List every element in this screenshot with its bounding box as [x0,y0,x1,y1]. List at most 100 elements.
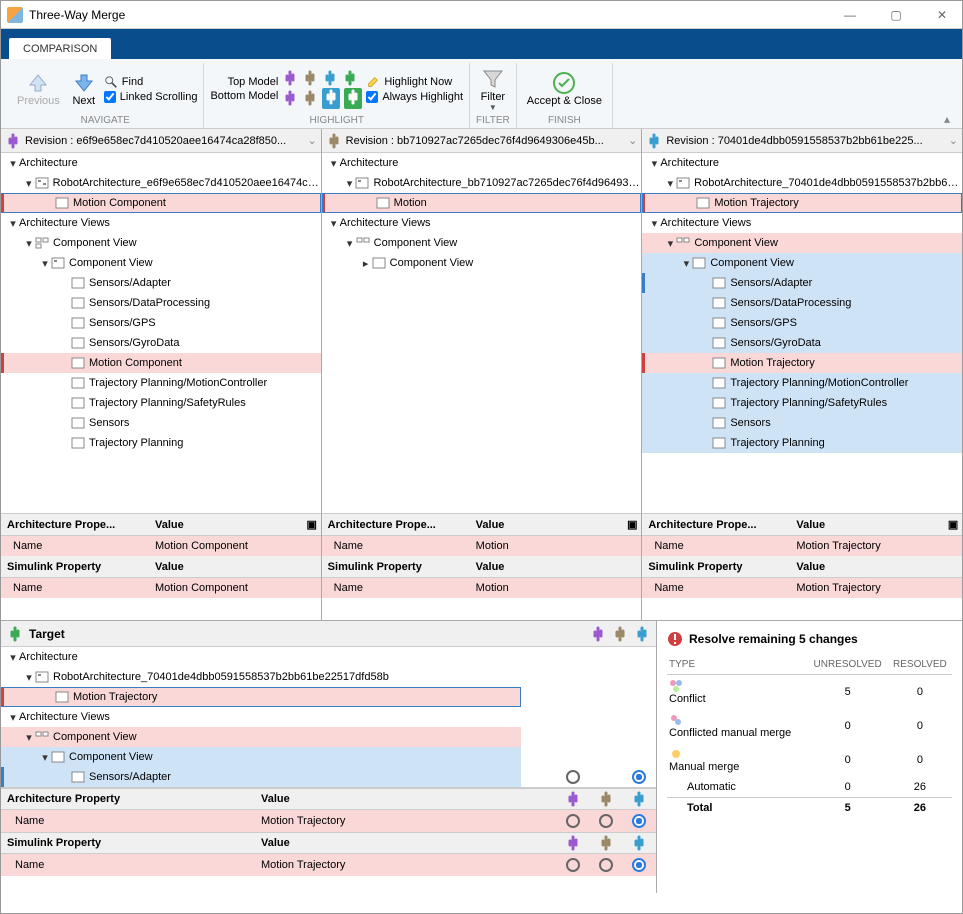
tree-item[interactable]: Sensors [89,417,129,429]
find-button[interactable]: Find [104,75,198,89]
cactus-purple-icon[interactable] [282,90,298,106]
prev-button[interactable]: Previous [13,69,64,109]
views-root[interactable]: Architecture Views [19,711,110,723]
comp-view[interactable]: Component View [53,237,137,249]
radio-left[interactable] [566,858,580,872]
linked-scrolling-checkbox[interactable]: Linked Scrolling [104,91,198,103]
arch-child[interactable]: RobotArchitecture_bb710927ac7265dec76f4d… [373,177,641,189]
radio-left[interactable] [566,814,580,828]
comp-view[interactable]: Component View [694,237,778,249]
tree-item[interactable]: Sensors/DataProcessing [89,297,210,309]
panel-mid-tree[interactable]: ▾Architecture ▾RobotArchitecture_bb71092… [322,153,642,513]
cactus-brown-icon[interactable] [302,90,318,106]
accept-close-button[interactable]: Accept & Close [523,69,606,109]
radio-mid[interactable] [599,814,613,828]
comp-view-child[interactable]: Component View [69,751,153,763]
tree-toggle[interactable]: ▾ [328,217,340,230]
comp-view[interactable]: Component View [374,237,458,249]
radio-right[interactable] [632,814,646,828]
chevron-down-icon[interactable]: ⌄ [949,134,958,147]
tree-toggle[interactable]: ▾ [344,177,356,190]
tree-item[interactable]: Trajectory Planning [730,437,824,449]
radio-left[interactable] [566,770,580,784]
tree-toggle[interactable]: ▾ [648,217,660,230]
radio-right[interactable] [632,770,646,784]
arch-root[interactable]: Architecture [19,157,78,169]
tree-toggle[interactable]: ▾ [664,177,676,190]
tree-toggle[interactable]: ▾ [23,731,35,744]
always-highlight-checkbox[interactable]: Always Highlight [366,91,463,103]
close-button[interactable]: ✕ [928,5,956,25]
tree-item[interactable]: Motion Trajectory [730,357,814,369]
tree-item[interactable]: Trajectory Planning/MotionController [730,377,908,389]
tree-item[interactable]: Sensors/GPS [89,317,156,329]
tree-item[interactable]: Trajectory Planning/SafetyRules [730,397,887,409]
tree-item[interactable]: Trajectory Planning/SafetyRules [89,397,246,409]
tree-item[interactable]: Sensors [730,417,770,429]
arch-root[interactable]: Architecture [19,651,78,663]
chevron-down-icon[interactable]: ⌄ [307,134,316,147]
linked-scrolling-chk[interactable] [104,91,116,103]
tree-item[interactable]: Trajectory Planning/MotionController [89,377,267,389]
cactus-brown-icon[interactable] [612,626,628,642]
arch-child[interactable]: RobotArchitecture_70401de4dbb0591558537b… [53,671,389,683]
cactus-blue-sel-icon[interactable] [323,89,339,105]
next-button[interactable]: Next [68,69,100,109]
cactus-purple-icon[interactable] [590,626,606,642]
minimize-button[interactable]: — [836,5,864,25]
cactus-brown-icon[interactable] [302,70,318,86]
tree-toggle[interactable]: ▾ [680,257,692,270]
tree-item[interactable]: Motion Component [89,357,182,369]
highlight-now-button[interactable]: Highlight Now [366,75,463,89]
motion-item[interactable]: Motion Trajectory [714,197,798,209]
cactus-green-icon[interactable] [342,70,358,86]
tree-toggle[interactable]: ▸ [360,257,372,270]
tree-toggle[interactable]: ▾ [23,237,35,250]
comp-view-child[interactable]: Component View [390,257,474,269]
views-root[interactable]: Architecture Views [19,217,110,229]
cactus-blue-icon[interactable] [322,70,338,86]
arch-root[interactable]: Architecture [660,157,719,169]
arch-child[interactable]: RobotArchitecture_70401de4dbb0591558537b… [694,177,962,189]
tree-item[interactable]: Trajectory Planning [89,437,183,449]
panel-right-tree[interactable]: ▾Architecture ▾RobotArchitecture_70401de… [642,153,962,513]
tree-toggle[interactable]: ▾ [23,671,35,684]
tree-toggle[interactable]: ▾ [664,237,676,250]
tree-item[interactable]: Sensors/DataProcessing [730,297,851,309]
comp-view[interactable]: Component View [53,731,137,743]
tree-item[interactable]: Sensors/GyroData [730,337,820,349]
collapse-icon[interactable]: ▣ [944,518,962,531]
arch-root[interactable]: Architecture [340,157,399,169]
cactus-green-sel-icon[interactable] [345,89,361,105]
arch-child[interactable]: RobotArchitecture_e6f9e658ec7d410520aee1… [53,177,321,189]
always-highlight-chk[interactable] [366,91,378,103]
collapse-icon[interactable]: ▣ [623,518,641,531]
tree-toggle[interactable]: ▾ [7,217,19,230]
tree-toggle[interactable]: ▾ [648,157,660,170]
comp-view-child[interactable]: Component View [710,257,794,269]
tree-item[interactable]: Sensors/Adapter [730,277,812,289]
comp-view-child[interactable]: Component View [69,257,153,269]
panel-left-tree[interactable]: ▾ Architecture ▾ RobotArchitecture_e6f9e65… [1,153,321,513]
tree-item[interactable]: Sensors/Adapter [89,277,171,289]
ribbon-collapse-icon[interactable]: ▴ [938,110,956,128]
motion-item[interactable]: Motion Trajectory [73,691,157,703]
maximize-button[interactable]: ▢ [882,5,910,25]
chevron-down-icon[interactable]: ⌄ [628,134,637,147]
views-root[interactable]: Architecture Views [660,217,751,229]
motion-item[interactable]: Motion [394,197,427,209]
views-root[interactable]: Architecture Views [340,217,431,229]
target-tree[interactable]: ▾ Architecture ▾ RobotArchitecture_70401de… [1,647,656,787]
tree-toggle[interactable]: ▾ [344,237,356,250]
tree-toggle[interactable]: ▾ [39,257,51,270]
collapse-icon[interactable]: ▣ [303,518,321,531]
tree-item[interactable]: Sensors/GyroData [89,337,179,349]
tree-toggle[interactable]: ▾ [23,177,35,190]
tab-comparison[interactable]: COMPARISON [9,38,111,59]
tree-item[interactable]: Sensors/GPS [730,317,797,329]
cactus-blue-icon[interactable] [634,626,650,642]
cactus-purple-icon[interactable] [282,70,298,86]
tree-toggle[interactable]: ▾ [328,157,340,170]
filter-button[interactable]: Filter ▼ [477,65,509,114]
motion-item[interactable]: Motion Component [73,197,166,209]
